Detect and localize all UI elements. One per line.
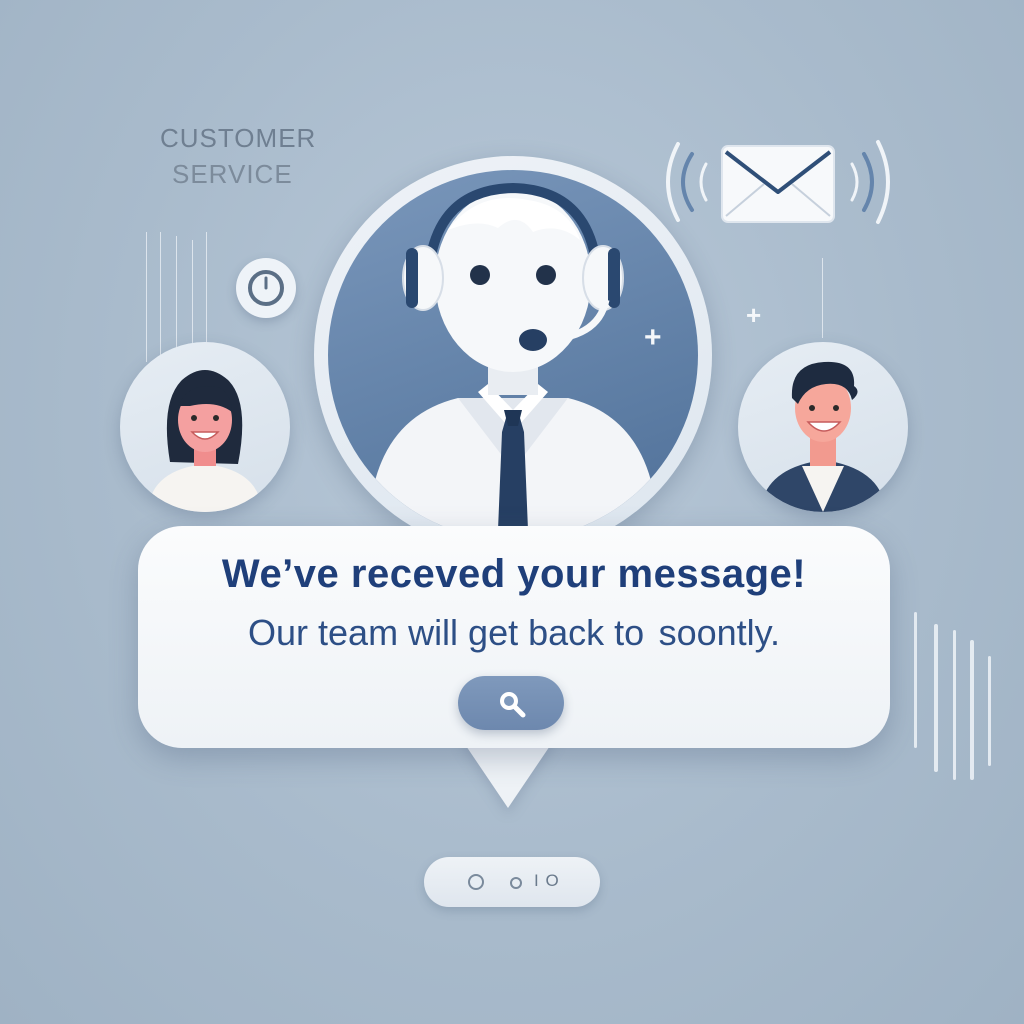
sound-bar xyxy=(970,640,974,780)
sound-bar xyxy=(934,624,938,772)
message-subline: Our team will get back to soontly. xyxy=(248,612,780,653)
decor-line xyxy=(176,236,177,356)
brand-title: CUSTOMER SERVICE xyxy=(160,120,360,192)
decor-line xyxy=(822,258,823,338)
brand-line-service: SERVICE xyxy=(172,159,293,189)
plus-icon: + xyxy=(644,321,662,354)
man-avatar[interactable] xyxy=(738,342,908,512)
search-button[interactable] xyxy=(458,676,564,730)
message-headline: We’ve receved your message! xyxy=(221,552,807,596)
pager-dot[interactable] xyxy=(468,874,484,890)
pagination-text: I O xyxy=(534,871,560,890)
timer-icon[interactable] xyxy=(236,258,296,318)
brand-line-customer: CUSTOMER xyxy=(160,123,317,153)
agent-avatar xyxy=(328,170,698,540)
woman-avatar[interactable] xyxy=(120,342,290,512)
plus-icon: + xyxy=(746,300,762,330)
search-icon xyxy=(500,692,526,718)
sound-bar xyxy=(914,612,917,748)
pager-dot[interactable] xyxy=(510,877,522,889)
email-icon[interactable] xyxy=(664,136,894,233)
sound-bar xyxy=(988,656,991,766)
decor-line xyxy=(192,240,193,350)
sound-bar xyxy=(953,630,956,780)
